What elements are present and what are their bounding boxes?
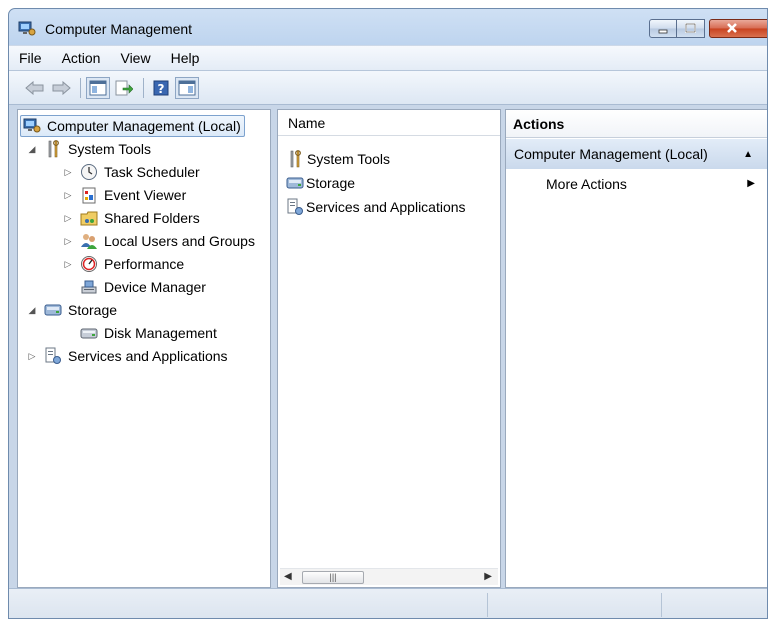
tree-item-disk-management[interactable]: Disk Management bbox=[80, 322, 217, 344]
tree-item-label: Task Scheduler bbox=[104, 164, 200, 180]
show-hide-console-tree-icon bbox=[89, 80, 107, 95]
actions-header: Actions bbox=[506, 110, 767, 138]
storage-icon bbox=[286, 174, 304, 192]
back-arrow-icon bbox=[25, 80, 44, 95]
system-tools-icon bbox=[286, 150, 304, 168]
forward-arrow-icon bbox=[52, 80, 71, 95]
tree-item-label: Device Manager bbox=[104, 279, 206, 295]
tree-item-performance[interactable]: ▷ Performance bbox=[62, 253, 184, 275]
expand-arrow-icon[interactable]: ▷ bbox=[26, 351, 38, 362]
actions-section-label: Computer Management (Local) bbox=[514, 146, 708, 162]
system-tools-icon bbox=[44, 140, 62, 158]
tree-item-device-manager[interactable]: Device Manager bbox=[80, 276, 206, 298]
toolbar-separator bbox=[80, 77, 81, 98]
show-hide-console-tree-button[interactable] bbox=[86, 76, 110, 99]
submenu-arrow-icon[interactable]: ▶ bbox=[747, 178, 755, 189]
tree-item-event-viewer[interactable]: ▷ Event Viewer bbox=[62, 184, 186, 206]
tree-item-shared-folders[interactable]: ▷ Shared Folders bbox=[62, 207, 200, 229]
main-window: Computer Management File Action View Hel… bbox=[8, 8, 768, 619]
toolbar: ? bbox=[9, 71, 767, 105]
list-pane[interactable]: Name System Tools Storage Services and A… bbox=[277, 109, 501, 588]
services-icon bbox=[44, 347, 62, 365]
minimize-button[interactable] bbox=[649, 19, 677, 38]
svg-text:?: ? bbox=[158, 82, 165, 96]
status-bar bbox=[9, 588, 767, 618]
export-list-button[interactable] bbox=[112, 77, 136, 99]
tree-item-system-tools[interactable]: ◢ System Tools bbox=[26, 138, 151, 160]
window-title: Computer Management bbox=[45, 21, 193, 37]
tree-item-storage[interactable]: ◢ Storage bbox=[26, 299, 118, 321]
services-icon bbox=[286, 198, 304, 216]
content-area: Computer Management (Local) ◢ System Too… bbox=[9, 105, 767, 588]
export-list-icon bbox=[115, 80, 133, 95]
collapse-arrow-icon[interactable]: ◢ bbox=[26, 144, 38, 155]
tree-item-label: Services and Applications bbox=[68, 348, 228, 364]
column-header-label: Name bbox=[288, 114, 326, 131]
actions-title: Actions bbox=[513, 115, 565, 132]
expand-arrow-icon[interactable]: ▷ bbox=[62, 236, 74, 247]
list-item-label: Services and Applications bbox=[306, 199, 466, 215]
scrollbar-thumb[interactable]: ||| bbox=[302, 571, 364, 584]
users-icon bbox=[80, 232, 98, 250]
tree-item-label: Performance bbox=[104, 256, 185, 272]
menu-file[interactable]: File bbox=[19, 50, 42, 66]
maximize-button[interactable] bbox=[677, 19, 705, 38]
computer-management-icon bbox=[23, 117, 41, 135]
expand-arrow-icon[interactable]: ▷ bbox=[62, 259, 74, 270]
expand-arrow-icon[interactable]: ▷ bbox=[62, 167, 74, 178]
device-manager-icon bbox=[80, 278, 98, 296]
help-icon: ? bbox=[153, 80, 169, 96]
scroll-right-arrow-icon[interactable]: ▶ bbox=[484, 571, 492, 582]
tree-item-services[interactable]: ▷ Services and Applications bbox=[26, 345, 228, 367]
list-item-label: System Tools bbox=[307, 151, 390, 167]
menu-view[interactable]: View bbox=[120, 50, 150, 66]
status-divider bbox=[487, 593, 488, 617]
tree-item-task-scheduler[interactable]: ▷ Task Scheduler bbox=[62, 161, 200, 183]
menu-help[interactable]: Help bbox=[171, 50, 200, 66]
menu-action[interactable]: Action bbox=[62, 50, 101, 66]
status-divider bbox=[661, 593, 662, 617]
scroll-left-arrow-icon[interactable]: ◀ bbox=[284, 571, 292, 582]
menu-bar: File Action View Help bbox=[9, 45, 767, 71]
title-bar[interactable]: Computer Management bbox=[9, 9, 767, 45]
list-item[interactable]: Storage bbox=[286, 172, 355, 194]
more-actions-item[interactable]: More Actions bbox=[546, 176, 627, 192]
actions-section-computer-management[interactable]: Computer Management (Local) ▲ bbox=[506, 139, 767, 169]
clock-icon bbox=[80, 163, 98, 181]
tree-item-label: Computer Management (Local) bbox=[47, 118, 241, 134]
actions-pane: Actions Computer Management (Local) ▲ Mo… bbox=[505, 109, 767, 588]
back-button[interactable] bbox=[23, 77, 47, 99]
expand-arrow-icon[interactable]: ▷ bbox=[62, 190, 74, 201]
tree-item-label: Event Viewer bbox=[104, 187, 187, 203]
expand-arrow-icon[interactable]: ▷ bbox=[62, 213, 74, 224]
tree-item-label: Disk Management bbox=[104, 325, 217, 341]
help-button[interactable]: ? bbox=[149, 77, 173, 99]
storage-icon bbox=[44, 301, 62, 319]
disk-management-icon bbox=[80, 324, 98, 342]
performance-icon bbox=[80, 255, 98, 273]
computer-management-icon bbox=[18, 21, 36, 37]
tree-item-label: Local Users and Groups bbox=[104, 233, 255, 249]
collapse-triangle-icon[interactable]: ▲ bbox=[743, 149, 753, 160]
show-hide-action-pane-button[interactable] bbox=[175, 76, 199, 99]
tree-item-root[interactable]: Computer Management (Local) bbox=[20, 115, 245, 137]
horizontal-scrollbar[interactable]: ◀ ||| ▶ bbox=[280, 568, 498, 585]
shared-folder-icon bbox=[80, 209, 98, 227]
console-tree[interactable]: Computer Management (Local) ◢ System Too… bbox=[17, 109, 271, 588]
list-item[interactable]: Services and Applications bbox=[286, 196, 466, 218]
forward-button[interactable] bbox=[49, 77, 73, 99]
tree-item-label: Storage bbox=[68, 302, 118, 318]
tree-item-label: System Tools bbox=[68, 141, 151, 157]
toolbar-separator bbox=[143, 77, 144, 98]
close-button[interactable] bbox=[709, 19, 767, 38]
list-item[interactable]: System Tools bbox=[286, 148, 390, 170]
column-header-name[interactable]: Name bbox=[278, 110, 500, 136]
show-hide-action-pane-icon bbox=[178, 80, 196, 95]
event-viewer-icon bbox=[80, 186, 98, 204]
tree-item-local-users[interactable]: ▷ Local Users and Groups bbox=[62, 230, 255, 252]
list-item-label: Storage bbox=[306, 175, 356, 191]
tree-item-label: Shared Folders bbox=[104, 210, 200, 226]
collapse-arrow-icon[interactable]: ◢ bbox=[26, 305, 38, 316]
